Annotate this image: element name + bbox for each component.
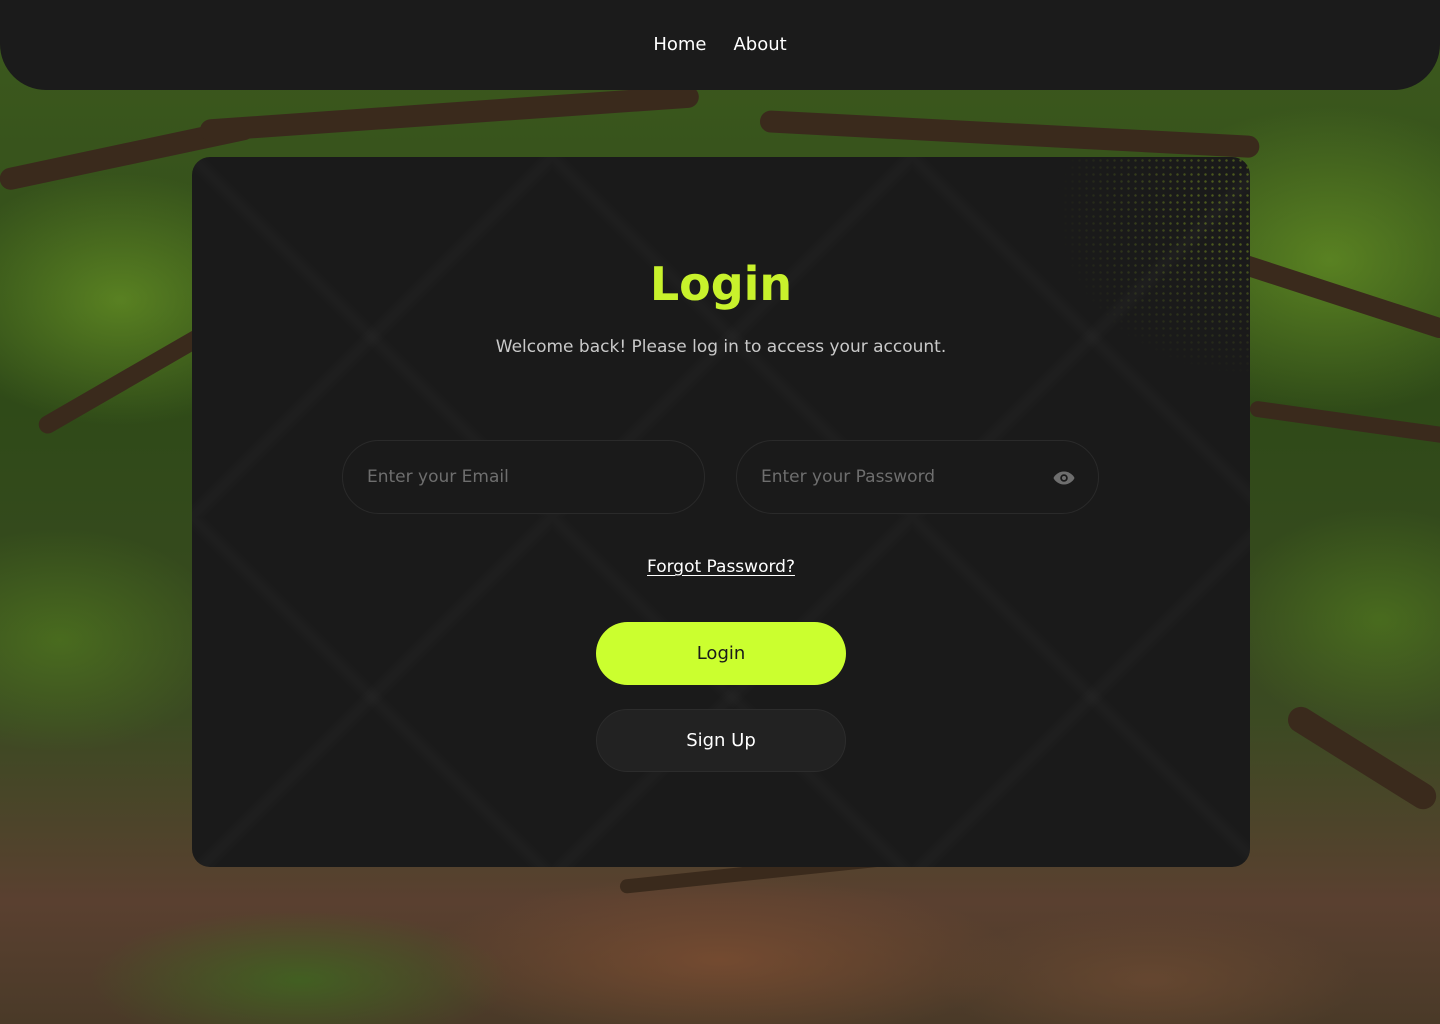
login-card: Login Welcome back! Please log in to acc…	[192, 157, 1250, 867]
forgot-password-row: Forgot Password?	[192, 557, 1250, 577]
nav-link-about[interactable]: About	[733, 34, 786, 55]
login-title: Login	[649, 257, 793, 311]
login-button[interactable]: Login	[596, 622, 846, 685]
signup-button[interactable]: Sign Up	[596, 709, 846, 772]
email-field-wrapper	[342, 440, 705, 514]
nav-link-home[interactable]: Home	[653, 34, 706, 55]
top-navbar: Home About	[0, 0, 1440, 90]
password-field-wrapper	[736, 440, 1099, 514]
password-input[interactable]	[737, 441, 1098, 513]
email-input[interactable]	[343, 441, 704, 513]
login-subtitle: Welcome back! Please log in to access yo…	[495, 337, 947, 357]
eye-icon[interactable]	[1052, 467, 1076, 489]
forgot-password-link[interactable]: Forgot Password?	[647, 557, 795, 577]
